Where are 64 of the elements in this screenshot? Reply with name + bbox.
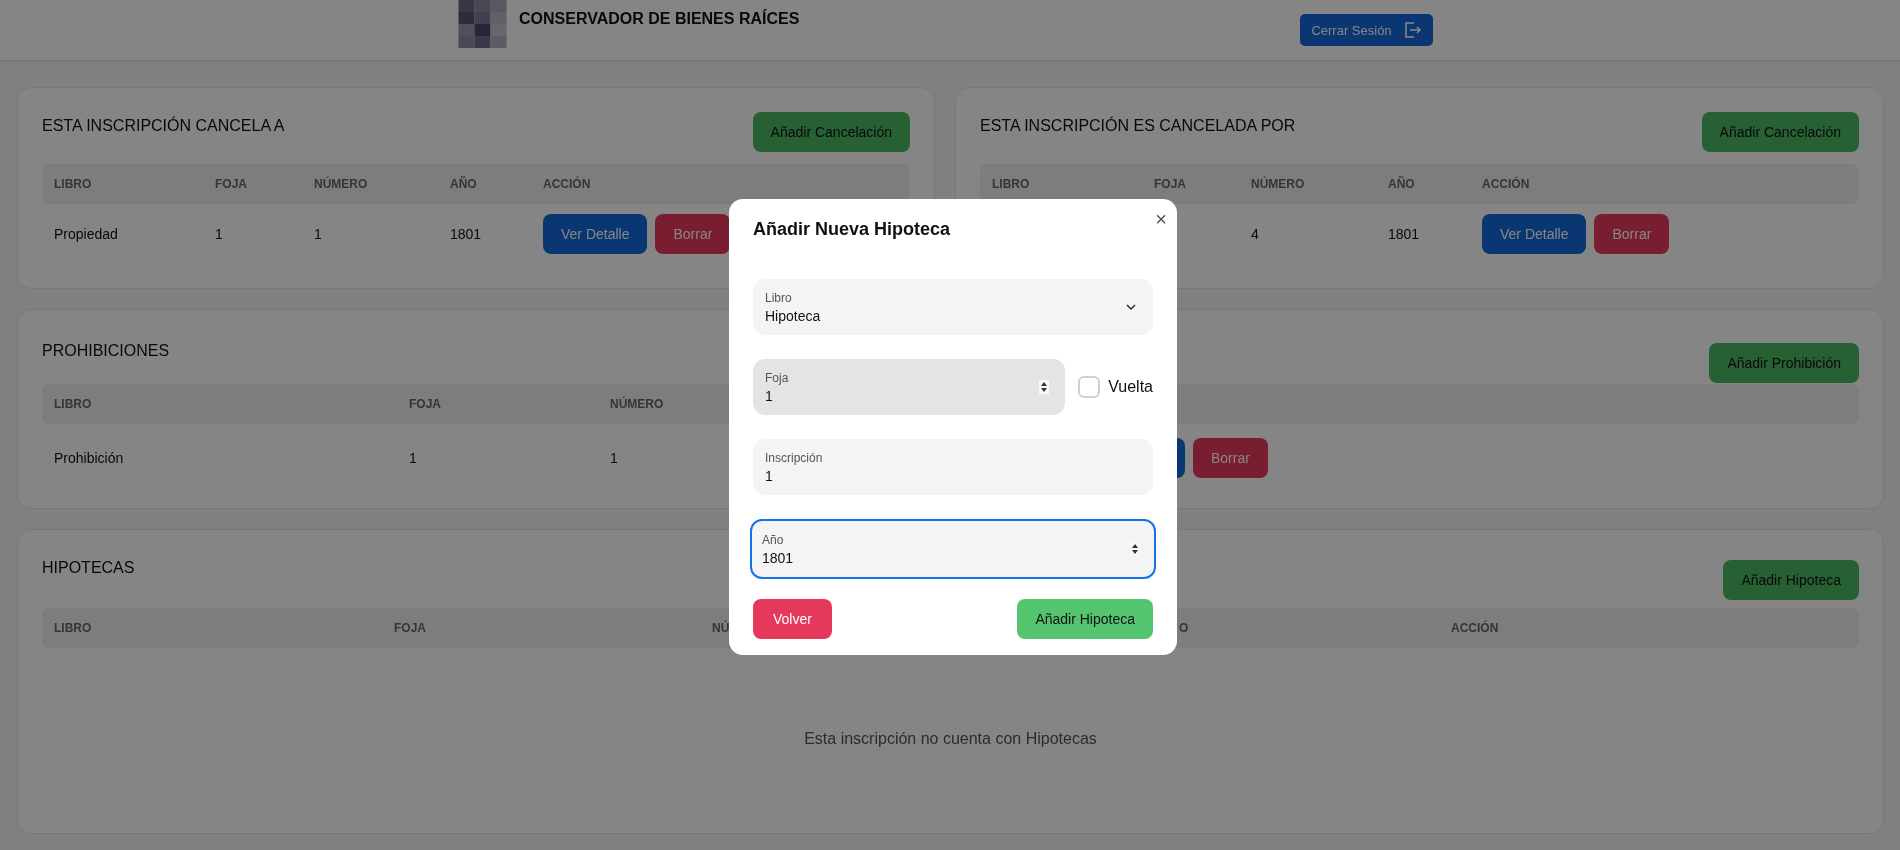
close-button[interactable]: ×	[1155, 209, 1167, 229]
modal-title: Añadir Nueva Hipoteca	[753, 219, 951, 240]
column-header: AÑO	[1388, 177, 1415, 191]
add-button[interactable]: Añadir Hipoteca	[1723, 560, 1859, 600]
column-header: O	[1179, 621, 1189, 635]
field-label: Libro	[765, 290, 792, 305]
table-cell: 1	[610, 450, 618, 466]
submit-button[interactable]: Añadir Hipoteca	[1017, 599, 1153, 639]
section-title: ESTA INSCRIPCIÓN CANCELA A	[42, 117, 285, 135]
input-field[interactable]: Inscripción 1	[753, 439, 1153, 495]
table-cell: Propiedad	[54, 226, 118, 242]
column-header: AÑO	[450, 177, 477, 191]
column-header: NÚMERO	[314, 177, 368, 191]
add-button[interactable]: Añadir Cancelación	[752, 112, 910, 152]
empty-message: Esta inscripción no cuenta con Hipotecas	[803, 730, 1098, 748]
section-title: ESTA INSCRIPCIÓN ES CANCELADA POR	[980, 117, 1296, 135]
chevron-down-icon	[1125, 303, 1137, 311]
column-header: ACCIÓN	[1482, 177, 1530, 191]
checkbox-label: Vuelta	[1108, 378, 1153, 396]
table-cell: Prohibición	[54, 450, 124, 466]
select-field[interactable]: Libro Hipoteca	[753, 279, 1153, 335]
column-header: NÚMERO	[1251, 177, 1305, 191]
add-button[interactable]: Añadir Prohibición	[1709, 343, 1859, 383]
column-header: LIBRO	[54, 621, 92, 635]
view-button[interactable]: Ver Detalle	[1482, 214, 1587, 254]
delete-button[interactable]: Borrar	[1193, 438, 1268, 478]
add-button[interactable]: Añadir Cancelación	[1701, 112, 1859, 152]
column-header: FOJA	[1154, 177, 1186, 191]
site-title: CONSERVADOR DE BIENES RAÍCES	[519, 10, 800, 28]
field-value: Hipoteca	[765, 307, 821, 324]
table-cell: 1801	[1388, 226, 1420, 242]
field-label: Foja	[765, 370, 789, 385]
column-header: NÚMERO	[610, 397, 664, 411]
delete-button[interactable]: Borrar	[655, 214, 731, 254]
table-cell: 1	[409, 450, 417, 466]
section-title: PROHIBICIONES	[42, 342, 170, 360]
column-header: ACCIÓN	[543, 177, 591, 191]
column-header: LIBRO	[992, 177, 1030, 191]
column-header: FOJA	[409, 397, 441, 411]
column-header: NÚ	[712, 621, 730, 635]
field-label: Año	[762, 532, 784, 547]
spinner-icon	[1039, 380, 1050, 394]
field-value: 1	[765, 387, 773, 404]
delete-button[interactable]: Borrar	[1594, 214, 1670, 254]
logout-button[interactable]: Cerrar Sesión	[1300, 14, 1433, 46]
field-value: 1	[765, 467, 773, 484]
column-header: LIBRO	[54, 177, 92, 191]
table-cell: 1	[314, 226, 322, 242]
input-field[interactable]: Año 1801	[750, 519, 1156, 579]
view-button[interactable]: Ver Detalle	[543, 214, 648, 254]
column-header: FOJA	[215, 177, 247, 191]
table-cell: 4	[1251, 226, 1259, 242]
section-title: HIPOTECAS	[42, 559, 135, 577]
checkbox[interactable]	[1078, 376, 1101, 398]
back-button[interactable]: Volver	[753, 599, 832, 639]
input-field[interactable]: Foja 1	[753, 359, 1066, 415]
field-label: Inscripción	[765, 450, 823, 465]
column-header: ACCIÓN	[1451, 621, 1499, 635]
spinner-icon	[1130, 542, 1140, 556]
table-cell: 1801	[450, 226, 482, 242]
column-header: LIBRO	[54, 397, 92, 411]
column-header: FOJA	[394, 621, 426, 635]
field-value: 1801	[762, 549, 794, 566]
table-cell: 1	[215, 226, 223, 242]
